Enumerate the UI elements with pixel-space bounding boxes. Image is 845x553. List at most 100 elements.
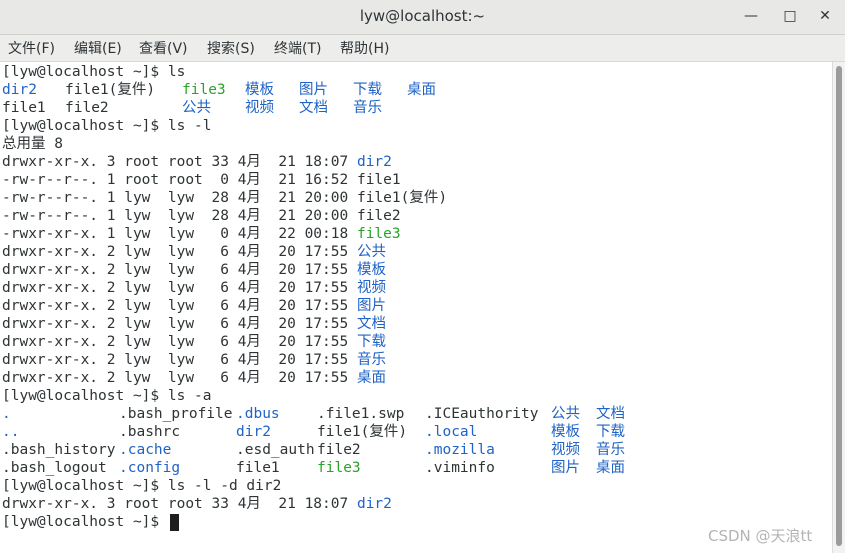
terminal-text: 下载 xyxy=(596,424,625,440)
terminal-text: 视频 xyxy=(356,280,386,296)
terminal-text: 下载 xyxy=(353,82,382,98)
terminal-text: drwxr-xr-x. 2 lyw lyw 6 4月 20 17:55 xyxy=(2,262,357,278)
title-bar[interactable]: lyw@localhost:~ — □ ✕ xyxy=(0,0,845,35)
terminal-text: file3 xyxy=(356,226,401,242)
terminal-text: drwxr-xr-x. 2 lyw lyw 6 4月 20 17:55 xyxy=(2,370,357,386)
terminal-text: [lyw@localhost ~]$ ls -a xyxy=(2,388,212,404)
terminal-line: drwxr-xr-x. 3 root root 33 4月 21 18:07 d… xyxy=(2,153,828,171)
terminal-text: 视频 xyxy=(245,100,274,116)
terminal-line: [lyw@localhost ~]$ ls xyxy=(2,63,828,81)
terminal-text: [lyw@localhost ~]$ ls -l -d dir2 xyxy=(2,478,282,494)
menu-bar: 文件(F) 编辑(E) 查看(V) 搜索(S) 终端(T) 帮助(H) xyxy=(0,35,845,62)
terminal-text: . xyxy=(2,406,11,422)
terminal-text: 桌面 xyxy=(596,460,625,476)
terminal-text: -rw-r--r--. 1 lyw lyw 28 4月 21 20:00 fil… xyxy=(2,190,448,206)
terminal-text: .esd_auth xyxy=(236,442,315,458)
terminal-line: [lyw@localhost ~]$ ls -a xyxy=(2,387,828,405)
terminal-text: drwxr-xr-x. 3 root root 33 4月 21 18:07 xyxy=(2,154,357,170)
terminal-text: 模板 xyxy=(551,424,580,440)
terminal-text: 桌面 xyxy=(356,370,386,386)
terminal-text: 视频 xyxy=(551,442,580,458)
terminal-text: drwxr-xr-x. 2 lyw lyw 6 4月 20 17:55 xyxy=(2,316,357,332)
terminal-text: 模板 xyxy=(356,262,386,278)
terminal-output[interactable]: [lyw@localhost ~]$ ls dir2 file1(复件) file3 模… xyxy=(0,62,832,553)
menu-search[interactable]: 搜索(S) xyxy=(207,38,255,58)
terminal-text: 公共 xyxy=(551,406,580,422)
terminal-text: 公共 xyxy=(356,244,386,260)
close-icon[interactable]: ✕ xyxy=(815,7,835,25)
scrollbar-thumb[interactable] xyxy=(836,66,842,546)
terminal-line: [lyw@localhost ~]$ ls -l -d dir2 xyxy=(2,477,828,495)
terminal-text: 公共 xyxy=(182,100,211,116)
terminal-text: .dbus xyxy=(236,406,280,422)
terminal-line: .. .bashrc dir2 file1(复件) .local 模板 下载 xyxy=(2,423,828,441)
terminal-text: file1 xyxy=(236,460,280,476)
terminal-text: 下载 xyxy=(356,334,386,350)
terminal-text: -rwxr-xr-x. 1 lyw lyw 0 4月 22 00:18 xyxy=(2,226,357,242)
terminal-text: dir2 xyxy=(236,424,271,440)
terminal-text: 音乐 xyxy=(353,100,382,116)
terminal-text: .config xyxy=(119,460,181,476)
terminal-text: .bashrc xyxy=(119,424,181,440)
menu-view[interactable]: 查看(V) xyxy=(139,38,188,58)
watermark: CSDN @天浪tt xyxy=(708,527,813,545)
terminal-text: file2 xyxy=(65,100,109,116)
terminal-text: file1 xyxy=(2,100,46,116)
terminal-line: . .bash_profile .dbus .file1.swp .ICEauthori… xyxy=(2,405,828,423)
terminal-text: dir2 xyxy=(2,82,37,98)
maximize-icon[interactable]: □ xyxy=(780,7,800,25)
menu-terminal[interactable]: 终端(T) xyxy=(274,38,321,58)
terminal-text: dir2 xyxy=(356,154,392,170)
terminal-text: dir2 xyxy=(356,496,392,512)
terminal-line: drwxr-xr-x. 2 lyw lyw 6 4月 20 17:55 视频 xyxy=(2,279,828,297)
terminal-text: .ICEauthority xyxy=(425,406,539,422)
terminal-text: drwxr-xr-x. 2 lyw lyw 6 4月 20 17:55 xyxy=(2,280,357,296)
terminal-text: 桌面 xyxy=(407,82,436,98)
terminal-line: [lyw@localhost ~]$ ls -l xyxy=(2,117,828,135)
terminal-line: .bash_logout .config file1 file3 .viminfo 图片桌… xyxy=(2,459,828,477)
terminal-text: file1(复件) xyxy=(65,82,156,98)
terminal-line: drwxr-xr-x. 2 lyw lyw 6 4月 20 17:55 下载 xyxy=(2,333,828,351)
terminal-text: .file1.swp xyxy=(317,406,405,422)
terminal-text: .local xyxy=(425,424,478,440)
terminal-text: [lyw@localhost ~]$ xyxy=(2,514,168,530)
terminal-text: 总用量 8 xyxy=(2,136,63,152)
menu-file[interactable]: 文件(F) xyxy=(8,38,55,58)
terminal-text: file3 xyxy=(317,460,361,476)
terminal-text: drwxr-xr-x. 2 lyw lyw 6 4月 20 17:55 xyxy=(2,352,357,368)
terminal-line: drwxr-xr-x. 2 lyw lyw 6 4月 20 17:55 桌面 xyxy=(2,369,828,387)
terminal-text: drwxr-xr-x. 3 root root 33 4月 21 18:07 xyxy=(2,496,357,512)
terminal-text: -rw-r--r--. 1 root root 0 4月 21 16:52 fi… xyxy=(2,172,401,188)
terminal-text: .mozilla xyxy=(425,442,495,458)
menu-edit[interactable]: 编辑(E) xyxy=(74,38,122,58)
terminal-text: 图片 xyxy=(356,298,386,314)
terminal-line: .bash_history .cache .esd_auth file2 .mozill… xyxy=(2,441,828,459)
terminal-text: 音乐 xyxy=(596,442,625,458)
terminal-line: drwxr-xr-x. 2 lyw lyw 6 4月 20 17:55 音乐 xyxy=(2,351,828,369)
terminal-scrollbar[interactable] xyxy=(832,62,845,553)
terminal-line: drwxr-xr-x. 2 lyw lyw 6 4月 20 17:55 文档 xyxy=(2,315,828,333)
minimize-icon[interactable]: — xyxy=(741,7,761,25)
terminal-line: drwxr-xr-x. 3 root root 33 4月 21 18:07 d… xyxy=(2,495,828,513)
terminal-text: drwxr-xr-x. 2 lyw lyw 6 4月 20 17:55 xyxy=(2,298,357,314)
terminal-line: -rw-r--r--. 1 lyw lyw 28 4月 21 20:00 fil… xyxy=(2,207,828,225)
terminal-text: .. xyxy=(2,424,20,440)
terminal-text: file2 xyxy=(317,442,361,458)
terminal-text: .bash_logout xyxy=(2,460,107,476)
terminal-text: file1(复件) xyxy=(317,424,408,440)
terminal-text: .bash_profile xyxy=(119,406,233,422)
terminal-text: drwxr-xr-x. 2 lyw lyw 6 4月 20 17:55 xyxy=(2,244,357,260)
terminal-text: -rw-r--r--. 1 lyw lyw 28 4月 21 20:00 fil… xyxy=(2,208,401,224)
terminal-text: file3 xyxy=(182,82,226,98)
menu-help[interactable]: 帮助(H) xyxy=(340,38,389,58)
terminal-text: drwxr-xr-x. 2 lyw lyw 6 4月 20 17:55 xyxy=(2,334,357,350)
terminal-text: .cache xyxy=(119,442,172,458)
terminal-line: file1 file2 公共 视频 文档 音乐 xyxy=(2,99,828,117)
terminal-line: dir2 file1(复件) file3 模板 图片 下载 桌面 xyxy=(2,81,828,99)
terminal-line: [lyw@localhost ~]$ xyxy=(2,513,828,531)
terminal-text: 文档 xyxy=(356,316,386,332)
terminal-line: -rw-r--r--. 1 lyw lyw 28 4月 21 20:00 fil… xyxy=(2,189,828,207)
terminal-line: drwxr-xr-x. 2 lyw lyw 6 4月 20 17:55 图片 xyxy=(2,297,828,315)
terminal-text: [lyw@localhost ~]$ ls xyxy=(2,64,186,80)
terminal-cursor xyxy=(169,514,179,531)
